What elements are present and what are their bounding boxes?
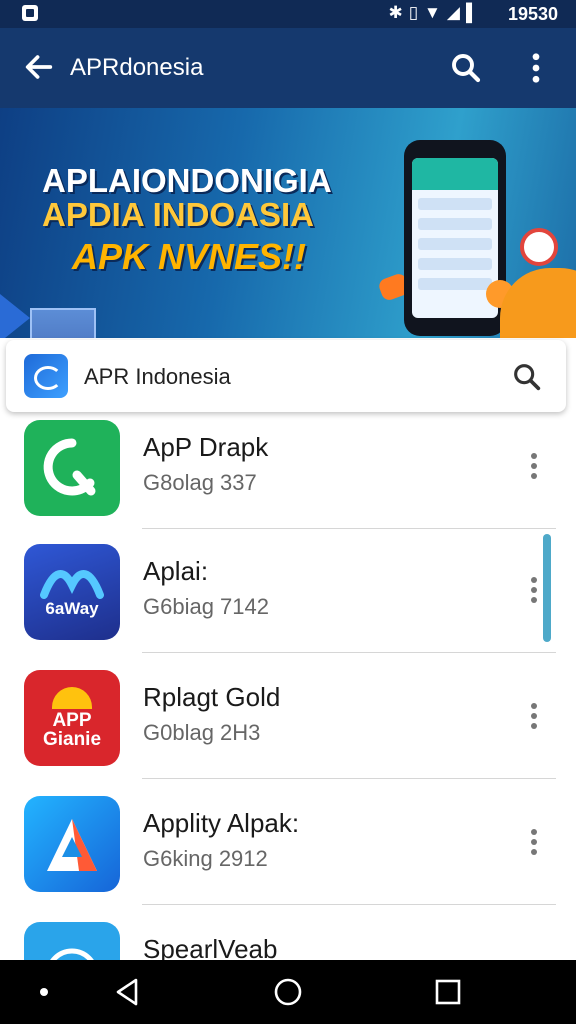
signal-icon: ◢	[446, 3, 466, 22]
phone-illustration	[404, 140, 506, 336]
bluetooth-icon: ✱	[388, 3, 409, 22]
search-icon[interactable]	[510, 360, 544, 394]
search-bar[interactable]: APR Indonesia	[6, 340, 566, 412]
list-item[interactable]: 6aWay Aplai: G6biag 7142	[0, 536, 576, 662]
wifi-icon: ▼	[424, 3, 447, 22]
android-head-icon	[52, 687, 92, 709]
app-icon-text: APP Gianie	[42, 710, 102, 750]
nav-home-icon[interactable]	[272, 976, 304, 1008]
app-icon	[24, 796, 120, 892]
status-bar: ✱▯▼◢▌ 19530	[0, 0, 576, 28]
app-icon: APP Gianie	[24, 670, 120, 766]
nav-dot-icon	[40, 988, 48, 996]
app-icon-text: 6aWay	[45, 599, 99, 618]
more-vert-icon[interactable]	[522, 50, 550, 86]
list-item[interactable]: SpearlVeab	[0, 914, 576, 960]
system-nav-bar	[0, 960, 576, 1024]
search-bar-label: APR Indonesia	[84, 364, 231, 389]
search-icon[interactable]	[448, 50, 484, 86]
app-icon	[24, 420, 120, 516]
divider	[142, 652, 556, 653]
app-logo-icon	[24, 354, 68, 398]
banner-line-2: APDIA INDOASIA	[42, 196, 314, 233]
app-name: Applity Alpak:	[143, 808, 300, 838]
status-icons: ✱▯▼◢▌	[388, 3, 484, 23]
app-bar: APRdonesia	[0, 28, 576, 108]
more-vert-icon[interactable]	[522, 824, 546, 860]
notification-icon	[22, 5, 38, 21]
decor-triangle	[0, 278, 30, 338]
divider	[142, 778, 556, 779]
app-subtitle: G8olag 337	[143, 470, 257, 495]
scrollbar[interactable]	[543, 534, 551, 642]
chrome-logo-icon	[520, 228, 558, 266]
app-name: Rplagt Gold	[143, 682, 281, 712]
divider	[142, 904, 556, 905]
list-item[interactable]: Applity Alpak: G6king 2912	[0, 788, 576, 914]
list-item[interactable]: APP Gianie Rplagt Gold G0blag 2H3	[0, 662, 576, 788]
page-title: APRdonesia	[70, 54, 204, 81]
app-subtitle: G0blag 2H3	[143, 720, 261, 745]
app-icon	[24, 922, 120, 960]
vibrate-icon: ▯	[408, 3, 425, 22]
banner-line-1: APLAIONDONIGIA	[42, 162, 332, 199]
list-item[interactable]: ApP Drapk G8olag 337	[0, 412, 576, 538]
promo-banner[interactable]: APLAIONDONIGIA APDIA INDOASIA APK NVNES!…	[0, 108, 576, 338]
android-mascot-illustration	[500, 268, 576, 338]
back-arrow-icon[interactable]	[22, 50, 56, 84]
app-name: Aplai:	[143, 556, 209, 586]
nav-recents-icon[interactable]	[432, 976, 464, 1008]
battery-icon: ▌	[465, 3, 484, 22]
more-vert-icon[interactable]	[522, 448, 546, 484]
server-illustration	[30, 308, 96, 338]
banner-line-3: APK NVNES!!	[72, 236, 307, 277]
app-name: ApP Drapk	[143, 432, 269, 462]
app-subtitle: G6biag 7142	[143, 594, 269, 619]
more-vert-icon[interactable]	[522, 698, 546, 734]
nav-back-icon[interactable]	[112, 976, 144, 1008]
app-list[interactable]: ApP Drapk G8olag 337 6aWay Aplai: G6biag…	[0, 412, 576, 960]
divider	[142, 528, 556, 529]
app-subtitle: G6king 2912	[143, 846, 268, 871]
app-name: SpearlVeab	[143, 934, 278, 960]
app-icon: 6aWay	[24, 544, 120, 640]
status-time: 19530	[507, 4, 558, 24]
